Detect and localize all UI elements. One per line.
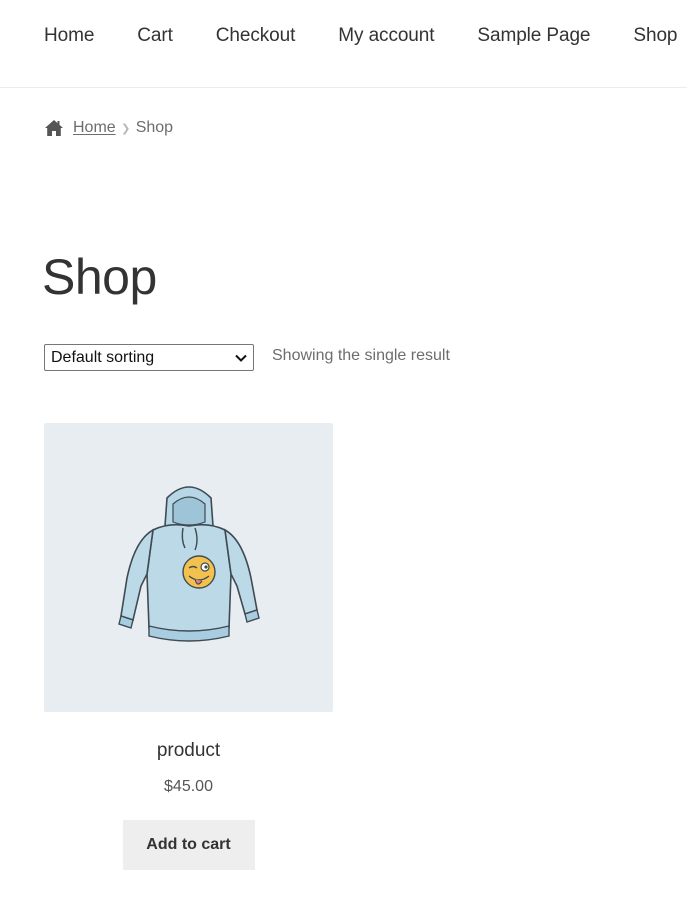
primary-navigation: Home Cart Checkout My account Sample Pag… bbox=[0, 0, 687, 88]
nav-menu: Home Cart Checkout My account Sample Pag… bbox=[44, 25, 677, 47]
breadcrumb-separator-icon: ❯ bbox=[121, 122, 131, 135]
product-image[interactable] bbox=[44, 423, 333, 712]
breadcrumb-home-link[interactable]: Home bbox=[73, 119, 116, 137]
sort-select-value: Default sorting bbox=[51, 348, 155, 366]
result-count: Showing the single result bbox=[272, 347, 450, 364]
breadcrumb-current: Shop bbox=[135, 119, 174, 136]
home-icon bbox=[44, 119, 64, 137]
sort-select[interactable]: Default sorting bbox=[44, 344, 254, 371]
chevron-down-icon bbox=[235, 354, 247, 362]
nav-item-my-account[interactable]: My account bbox=[338, 25, 434, 47]
product-price: $45.00 bbox=[164, 778, 213, 795]
hoodie-with-emoji-image bbox=[117, 485, 260, 642]
product-card: product $45.00 Add to cart bbox=[44, 423, 333, 870]
nav-item-checkout[interactable]: Checkout bbox=[216, 25, 296, 47]
nav-item-shop[interactable]: Shop bbox=[633, 25, 677, 47]
breadcrumb: Home ❯ Shop bbox=[44, 119, 173, 137]
product-title[interactable]: product bbox=[44, 740, 333, 762]
nav-item-home[interactable]: Home bbox=[44, 25, 94, 47]
nav-item-sample-page[interactable]: Sample Page bbox=[477, 25, 590, 47]
add-to-cart-button[interactable]: Add to cart bbox=[122, 820, 255, 870]
nav-item-cart[interactable]: Cart bbox=[137, 25, 173, 47]
page-title: Shop bbox=[42, 249, 157, 305]
